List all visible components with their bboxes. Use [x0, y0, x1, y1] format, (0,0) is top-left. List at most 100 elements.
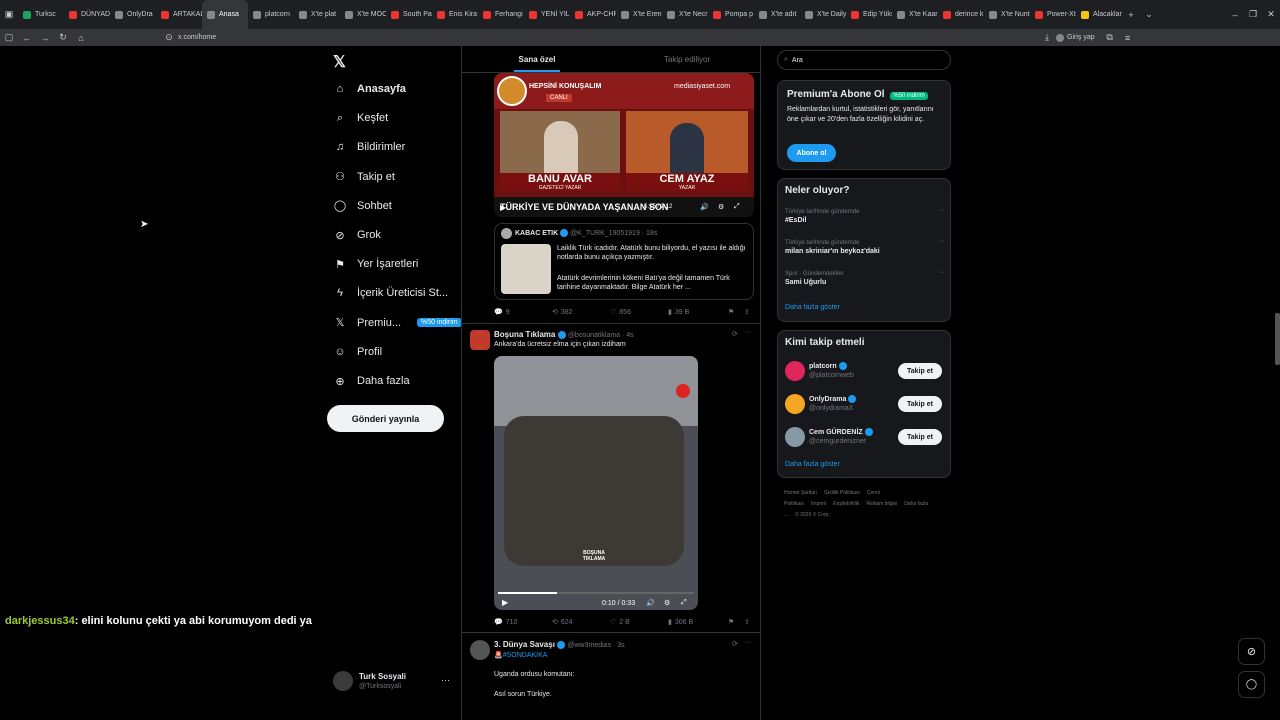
tab-for-you[interactable]: Sana özel — [462, 46, 612, 72]
post-author[interactable]: 3. Dünya Savaşı @ww3medias · 3s — [494, 640, 625, 649]
browser-tab[interactable]: platcorn — [248, 0, 294, 29]
messages-float-button[interactable]: ◯ — [1238, 671, 1265, 698]
grok-icon[interactable]: ⟳ — [732, 640, 738, 648]
browser-tab[interactable]: DÜNYAD — [64, 0, 110, 29]
new-tab-button[interactable]: + — [1122, 10, 1140, 20]
browser-tab[interactable]: derince k — [938, 0, 984, 29]
browser-tab[interactable]: Pompa p — [708, 0, 754, 29]
sidebar-item[interactable]: ♫ Bildirimler — [333, 136, 405, 158]
footer-link[interactable]: Gizlilik Politikası — [824, 490, 860, 496]
reply-button[interactable]: 💬 710 — [494, 618, 517, 627]
browser-tab[interactable]: Enis Kira — [432, 0, 478, 29]
video-player[interactable]: HEPSİNİ KONUŞALIM CANLI mediasiyaset.com… — [494, 73, 754, 217]
footer-link[interactable]: Reklam bilgisi — [866, 501, 897, 507]
reload-icon[interactable]: ↻ — [54, 32, 72, 43]
scrollbar[interactable] — [1275, 313, 1280, 365]
trend-more-icon[interactable]: ··· — [938, 238, 945, 245]
browser-tab[interactable]: X'te Kaar — [892, 0, 938, 29]
browser-tab[interactable]: ARTAKAL — [156, 0, 202, 29]
share-icon[interactable]: ⇪ — [744, 308, 750, 316]
grok-icon[interactable]: ⟳ — [732, 330, 738, 338]
sidebar-item[interactable]: ⚑ Yer İşaretleri — [333, 253, 418, 275]
sidebar-item[interactable]: ⌂ Anasayfa — [333, 78, 406, 100]
avatar[interactable] — [470, 640, 490, 660]
subscribe-button[interactable]: Abone ol — [787, 144, 836, 162]
views-button[interactable]: ▮ 39 B — [668, 308, 689, 317]
post-button[interactable]: Gönderi yayınla — [327, 405, 444, 432]
trend-item[interactable]: Türkiye tarihinde gündemde #EsDil ··· — [785, 207, 945, 224]
browser-tab[interactable]: AKP-CHP — [570, 0, 616, 29]
footer-link[interactable]: © 2026 X Corp. — [795, 512, 830, 518]
settings-icon[interactable]: ⚙ — [718, 203, 724, 211]
follow-button[interactable]: Takip et — [898, 396, 942, 412]
like-button[interactable]: ♡ 856 — [610, 308, 631, 317]
more-icon[interactable]: ··· — [441, 675, 450, 685]
hashtag-link[interactable]: 🚨#SONDAKİKA — [494, 651, 547, 659]
home-icon[interactable]: ⌂ — [72, 33, 90, 43]
profile-button[interactable]: Giriş yap — [1056, 33, 1095, 42]
url-field[interactable]: x.com/home — [178, 34, 1038, 41]
reply-button[interactable]: 💬 9 — [494, 308, 510, 317]
x-logo[interactable]: 𝕏 — [333, 52, 346, 72]
browser-tab[interactable]: Edip Yüks — [846, 0, 892, 29]
follow-button[interactable]: Takip et — [898, 429, 942, 445]
trend-more-icon[interactable]: ··· — [938, 269, 945, 276]
sidebar-item[interactable]: ◯ Sohbet — [333, 195, 392, 217]
browser-tab[interactable]: X'te Necr — [662, 0, 708, 29]
browser-tab[interactable]: OnlyDra — [110, 0, 156, 29]
repost-button[interactable]: ⟲ 382 — [552, 308, 573, 317]
sidebar-item[interactable]: ⌕ Keşfet — [333, 107, 388, 129]
sidebar-item[interactable]: ⊘ Grok — [333, 224, 380, 246]
post-author[interactable]: Boşuna Tıklama @bosunatiklama · 4s — [494, 330, 634, 339]
trend-item[interactable]: Spor · Gündemdekiler Sami Uğurlu ··· — [785, 269, 945, 286]
trend-more-icon[interactable]: ··· — [938, 207, 945, 214]
settings-icon[interactable]: ⚙ — [664, 599, 670, 607]
tab-actions-icon[interactable]: ▣ — [0, 9, 18, 20]
browser-tab[interactable]: Anasa — [202, 0, 248, 29]
footer-link[interactable]: Imprint — [811, 501, 826, 507]
browser-tab[interactable]: Power-Xt — [1030, 0, 1076, 29]
progress-track[interactable] — [498, 592, 694, 594]
trend-item[interactable]: Türkiye tarihinde gündemde milan skriniar… — [785, 238, 945, 255]
forward-icon[interactable]: → — [36, 33, 54, 43]
show-more-link[interactable]: Daha fazla göster — [785, 304, 840, 311]
video-player[interactable]: BOŞUNA TIKLAMA ▶ 0:10 / 0:33 🔊 ⚙ ⤢ — [494, 356, 698, 610]
browser-tab[interactable]: South Pa — [386, 0, 432, 29]
download-icon[interactable]: ⤓ — [1038, 32, 1056, 43]
site-info-icon[interactable]: ⊙ — [160, 32, 178, 43]
sidebar-item[interactable]: ϟ İçerik Üreticisi St... — [333, 282, 448, 304]
avatar[interactable] — [470, 330, 490, 350]
browser-tab[interactable]: YENİ YIL — [524, 0, 570, 29]
search-input[interactable]: ⌕ Ara — [777, 50, 951, 70]
sidebar-item[interactable]: ⊕ Daha fazla — [333, 370, 409, 392]
volume-icon[interactable]: 🔊 — [646, 599, 655, 607]
browser-tab[interactable]: X'te adıt — [754, 0, 800, 29]
browser-tab[interactable]: X'te Nunt — [984, 0, 1030, 29]
play-icon[interactable]: ▶ — [502, 598, 508, 607]
sidebar-item[interactable]: 𝕏 Premiu... %50 indirim — [333, 312, 462, 334]
grok-float-button[interactable]: ⊘ — [1238, 638, 1265, 665]
fullscreen-icon[interactable]: ⤢ — [681, 599, 687, 607]
extensions-icon[interactable]: ⧉ — [1101, 32, 1119, 43]
show-more-link[interactable]: Daha fazla göster — [785, 461, 840, 468]
like-button[interactable]: ♡ 2 B — [610, 618, 630, 627]
footer-link[interactable]: Hizmet Şartları — [784, 490, 817, 496]
share-icon[interactable]: ⇪ — [744, 618, 750, 626]
views-button[interactable]: ▮ 306 B — [668, 618, 693, 627]
browser-tab[interactable]: Turksc — [18, 0, 64, 29]
quoted-post[interactable]: KABAC ETIK @K_TURK_19051919 · 18s Laikli… — [494, 223, 754, 300]
bookmark-icon[interactable]: ⚑ — [728, 618, 734, 626]
account-name[interactable]: OnlyDrama — [809, 395, 857, 403]
avatar[interactable] — [785, 394, 805, 414]
browser-tab[interactable]: X'te MOC — [340, 0, 386, 29]
back-icon[interactable]: ← — [18, 33, 36, 43]
footer-link[interactable]: Erişilebilirlik — [833, 501, 859, 507]
sidebar-item[interactable]: ⚇ Takip et — [333, 166, 395, 188]
sidebar-item[interactable]: ☺ Profil — [333, 341, 382, 363]
document-thumbnail[interactable] — [501, 244, 551, 294]
tab-search-icon[interactable]: ⌄ — [1140, 9, 1158, 20]
sidebar-toggle-icon[interactable]: ▢ — [0, 32, 18, 43]
account-switcher[interactable]: Turk Sosyali @Turksosyali ··· — [333, 671, 458, 695]
avatar[interactable] — [785, 361, 805, 381]
repost-button[interactable]: ⟲ 624 — [552, 618, 573, 627]
